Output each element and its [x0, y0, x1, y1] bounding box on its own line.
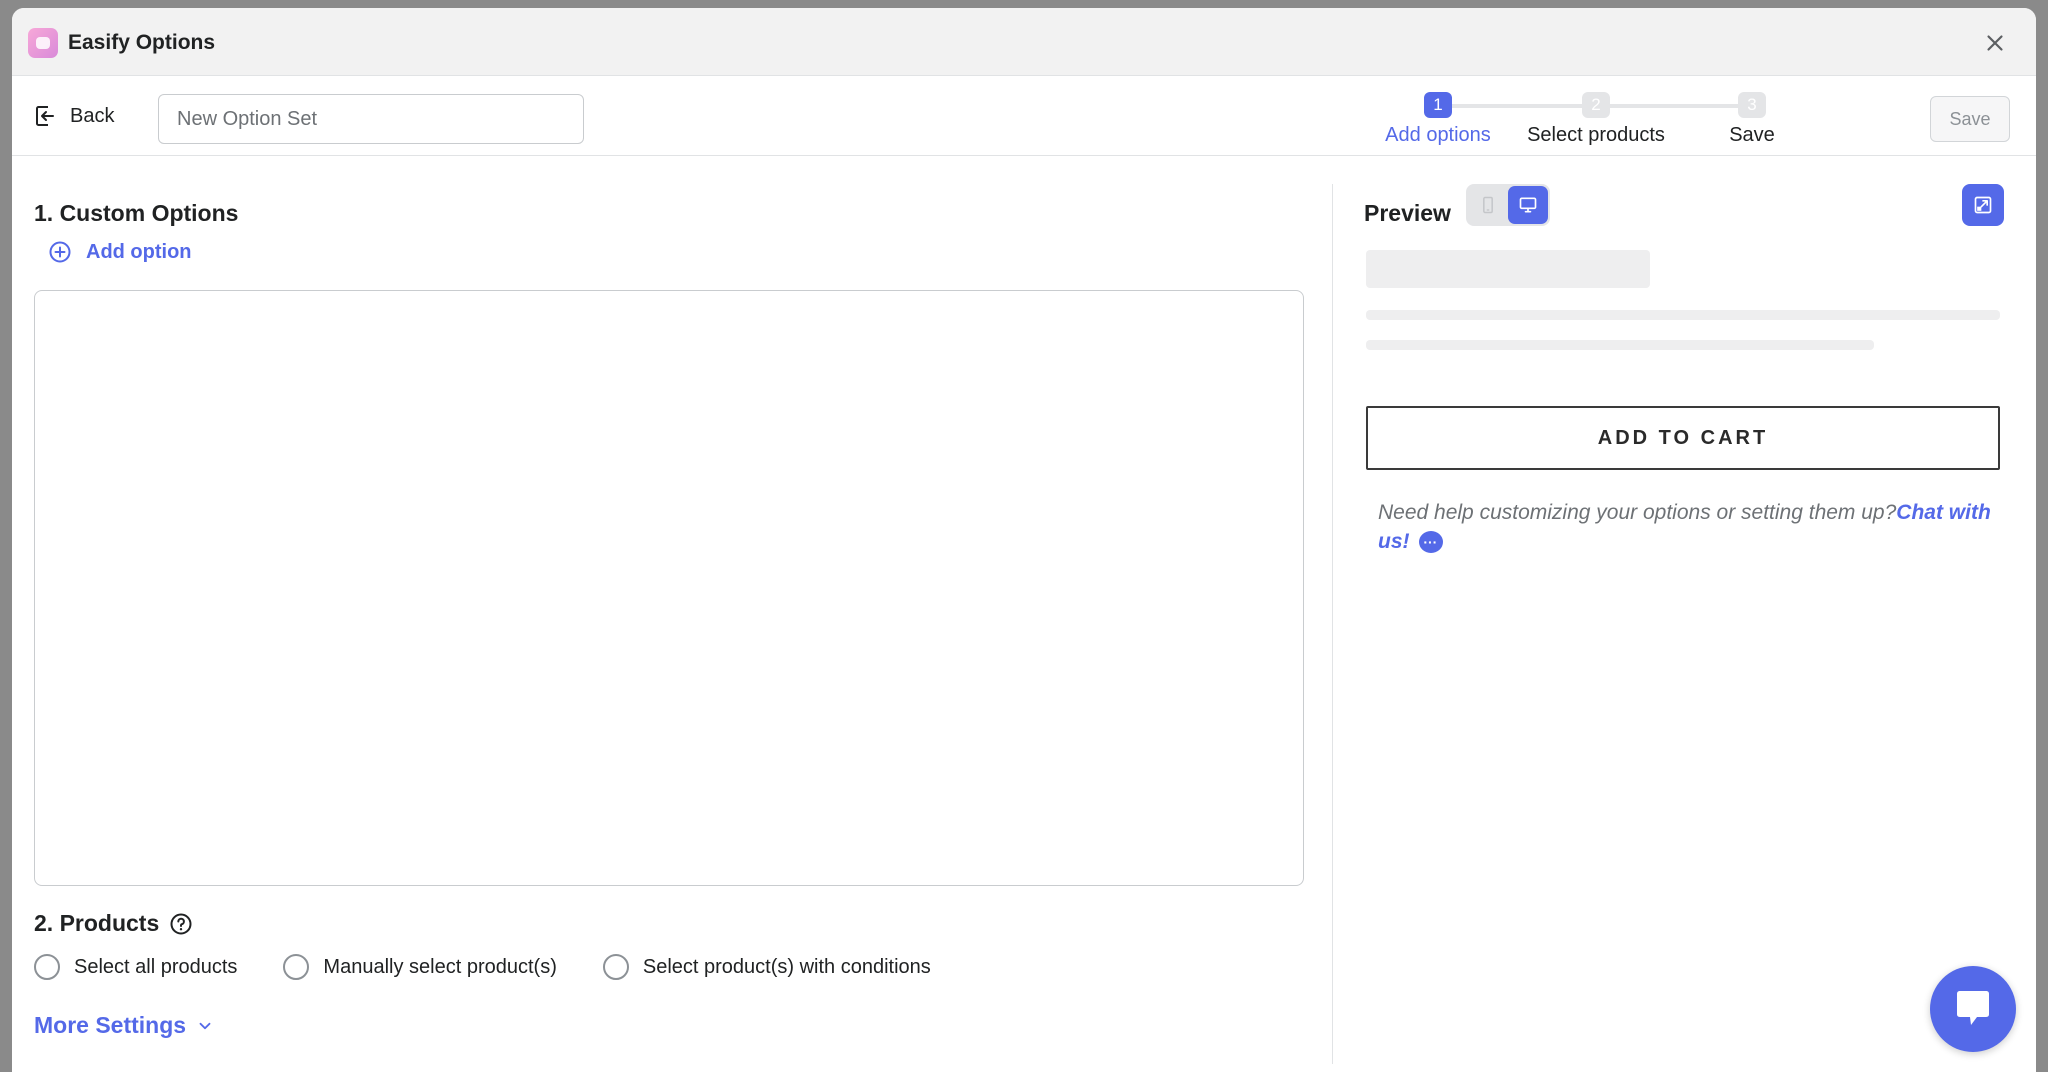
app-title: Easify Options [68, 31, 216, 54]
mobile-view-button[interactable] [1468, 186, 1508, 224]
radio-label: Select product(s) with conditions [642, 955, 931, 978]
radio-circle[interactable] [602, 954, 629, 980]
chevron-down-icon [199, 1022, 211, 1029]
close-icon [1987, 35, 2003, 51]
preview-panel: Preview ADD TO CART Need help customizin… [1362, 184, 2022, 1064]
step-2-marker[interactable]: 2 [1582, 92, 1610, 118]
step-3-label[interactable]: Save [1718, 124, 1786, 147]
options-modal: Easify Options Back 1 2 3 Add options Se… [12, 8, 2036, 1072]
radio-select-all-products[interactable]: Select all products [34, 954, 237, 980]
mobile-device-icon [1483, 196, 1493, 214]
product-selection-options: Select all products Manually select prod… [34, 954, 977, 980]
add-option-button[interactable]: Add option [48, 240, 192, 264]
radio-circle[interactable] [34, 954, 60, 980]
plus-circle-icon [49, 241, 71, 263]
help-text: Need help customizing your options or se… [1378, 498, 1998, 557]
title-bar: Easify Options [12, 8, 2036, 76]
skeleton-line [1366, 340, 1874, 350]
step-1-marker[interactable]: 1 [1424, 92, 1452, 118]
radio-select-products-with-conditions[interactable]: Select product(s) with conditions [602, 954, 931, 980]
step-1-label[interactable]: Add options [1382, 124, 1494, 147]
editor-header: Back 1 2 3 Add options Select products S… [12, 76, 2036, 156]
skeleton-line [1366, 310, 2000, 320]
add-option-label: Add option [86, 240, 192, 263]
custom-options-list [34, 290, 1304, 886]
desktop-monitor-icon [1519, 197, 1537, 213]
panel-divider [1332, 184, 1333, 1064]
expand-icon [1974, 196, 1992, 214]
close-button[interactable] [1982, 30, 2008, 56]
radio-circle[interactable] [283, 954, 310, 980]
help-message: Need help customizing your options or se… [1378, 501, 1897, 524]
step-connector [1438, 104, 1584, 108]
app-logo-icon [28, 28, 58, 58]
more-settings-toggle[interactable]: More Settings [34, 1012, 214, 1039]
desktop-view-button[interactable] [1508, 186, 1548, 224]
step-3-marker[interactable]: 3 [1738, 92, 1766, 118]
preview-title: Preview [1364, 200, 1451, 226]
option-set-name-input[interactable] [158, 94, 584, 144]
save-button[interactable]: Save [1930, 96, 2010, 142]
add-to-cart-button[interactable]: ADD TO CART [1366, 406, 2000, 470]
back-label: Back [70, 104, 115, 127]
device-toggle [1466, 184, 1550, 226]
custom-options-title: 1. Custom Options [34, 200, 239, 226]
skeleton-title [1366, 250, 1650, 288]
products-title: 2. Products [34, 910, 160, 936]
radio-label: Manually select product(s) [323, 955, 557, 978]
back-button[interactable]: Back [34, 100, 114, 132]
step-2-label[interactable]: Select products [1524, 124, 1668, 147]
expand-preview-button[interactable] [1962, 184, 2004, 226]
options-editor-panel: 1. Custom Options Add option 2. Products… [34, 156, 1306, 1072]
question-circle-icon[interactable] [169, 912, 193, 936]
back-arrow-icon [36, 106, 57, 126]
progress-stepper: 1 2 3 Add options Select products Save [1385, 84, 1932, 148]
radio-manually-select-products[interactable]: Manually select product(s) [283, 954, 557, 980]
more-settings-label: More Settings [34, 1012, 187, 1038]
chat-widget-button[interactable] [1930, 966, 2016, 1052]
chat-icon [1957, 991, 1989, 1025]
products-section-header: 2. Products [34, 910, 193, 937]
radio-label: Select all products [74, 955, 238, 978]
chat-bubble-icon[interactable] [1419, 528, 1444, 557]
